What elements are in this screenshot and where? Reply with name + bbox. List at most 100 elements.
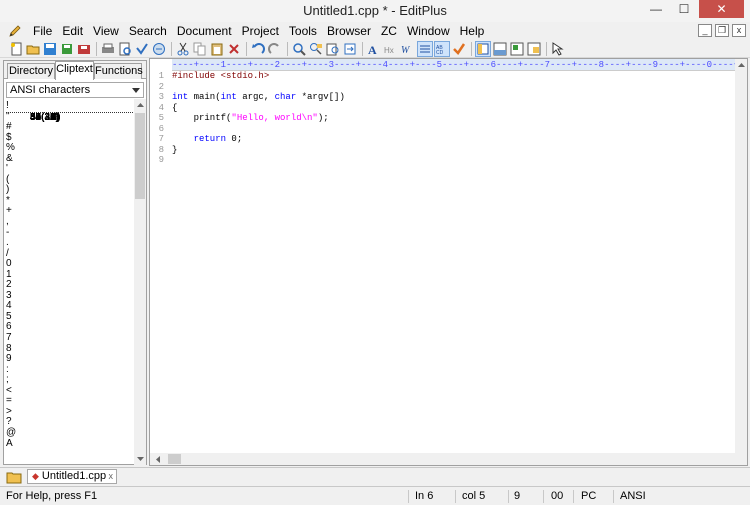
cliptext-item[interactable]: 54(36) 6 bbox=[6, 112, 134, 333]
pencil-app-icon[interactable] bbox=[6, 23, 24, 39]
code-line[interactable]: return 0; bbox=[172, 134, 732, 145]
minimize-button[interactable]: — bbox=[643, 0, 669, 18]
cliptext-item[interactable]: 59(3B); bbox=[6, 112, 134, 386]
check-icon[interactable] bbox=[451, 41, 467, 57]
menu-zc[interactable]: ZC bbox=[376, 22, 402, 40]
folder-icon[interactable] bbox=[6, 470, 22, 484]
menu-window[interactable]: Window bbox=[402, 22, 455, 40]
menu-help[interactable]: Help bbox=[455, 22, 490, 40]
view-output-icon[interactable] bbox=[492, 41, 508, 57]
cliptext-item[interactable]: 36(24) $ bbox=[6, 112, 134, 144]
ruler-icon[interactable]: AB CD bbox=[434, 40, 450, 57]
cliptext-item[interactable]: 56(38) 8 bbox=[6, 112, 134, 355]
code-line[interactable] bbox=[172, 82, 732, 93]
scroll-up-icon[interactable] bbox=[735, 59, 747, 71]
cliptext-item[interactable]: 63(3F)? bbox=[6, 112, 134, 428]
cliptext-item[interactable]: 33(21)! bbox=[6, 101, 134, 123]
document-tab[interactable]: ◆ Untitled1.cpp x bbox=[27, 469, 117, 484]
menu-search[interactable]: Search bbox=[124, 22, 172, 40]
cliptext-item[interactable]: 37(25)% bbox=[6, 112, 134, 154]
cliptext-item[interactable]: 62(3E) > bbox=[6, 112, 134, 418]
word-wrap-icon[interactable]: W bbox=[400, 41, 416, 57]
code-line[interactable]: #include <stdio.h> bbox=[172, 71, 732, 82]
cliptext-item[interactable]: 49(31) 1 bbox=[6, 112, 134, 281]
cliptext-item[interactable]: 42(2A) * bbox=[6, 112, 134, 207]
cliptext-item[interactable]: 58(3A): bbox=[6, 112, 134, 376]
delete-icon[interactable] bbox=[226, 41, 242, 57]
cliptext-item[interactable]: 44(2C), bbox=[6, 112, 134, 228]
tab-functions[interactable]: Functions bbox=[94, 63, 143, 79]
menu-tools[interactable]: Tools bbox=[284, 22, 322, 40]
replace-icon[interactable] bbox=[308, 41, 324, 57]
scroll-left-icon[interactable] bbox=[152, 453, 164, 465]
save-as-icon[interactable] bbox=[76, 41, 92, 57]
menu-edit[interactable]: Edit bbox=[57, 22, 88, 40]
cliptext-item[interactable]: 40(28)( bbox=[6, 112, 134, 186]
menu-project[interactable]: Project bbox=[237, 22, 284, 40]
close-button[interactable]: ✕ bbox=[699, 0, 744, 18]
view-window-icon[interactable] bbox=[526, 41, 542, 57]
code-line[interactable]: int main(int argc, char *argv[]) bbox=[172, 92, 732, 103]
cliptext-item[interactable]: 64(40) @ bbox=[6, 112, 134, 439]
code-line[interactable] bbox=[172, 155, 732, 166]
mdi-restore-button[interactable]: ❐ bbox=[715, 24, 729, 37]
cut-icon[interactable] bbox=[175, 41, 191, 57]
code-text[interactable]: #include <stdio.h> int main(int argc, cha… bbox=[172, 71, 732, 166]
sidebar-scrollbar[interactable] bbox=[134, 99, 146, 465]
menu-file[interactable]: File bbox=[28, 22, 57, 40]
menu-view[interactable]: View bbox=[88, 22, 124, 40]
horizontal-scrollbar-thumb[interactable] bbox=[168, 454, 181, 464]
menu-document[interactable]: Document bbox=[172, 22, 237, 40]
menu-browser[interactable]: Browser bbox=[322, 22, 376, 40]
cliptext-item[interactable]: 50(32) 2 bbox=[6, 112, 134, 291]
tab-cliptext[interactable]: Cliptext bbox=[55, 61, 94, 80]
close-tab-icon[interactable]: x bbox=[109, 470, 114, 483]
redo-icon[interactable] bbox=[267, 41, 283, 57]
font-icon[interactable]: A bbox=[366, 41, 382, 57]
cliptext-item[interactable]: 39(27) ' bbox=[6, 112, 134, 175]
hex-icon[interactable]: Hx bbox=[383, 41, 399, 57]
editor-horizontal-scrollbar[interactable] bbox=[150, 453, 747, 465]
scrollbar-thumb[interactable] bbox=[135, 113, 145, 199]
cliptext-item[interactable]: 65(41) A bbox=[6, 112, 134, 450]
save-icon[interactable] bbox=[42, 41, 58, 57]
undo-icon[interactable] bbox=[250, 41, 266, 57]
editor-area[interactable]: ----+----1----+----2----+----3----+----4… bbox=[149, 58, 748, 466]
scroll-down-icon[interactable] bbox=[134, 453, 146, 465]
cliptext-item[interactable]: 35(23) # bbox=[6, 112, 134, 133]
copy-icon[interactable] bbox=[192, 41, 208, 57]
code-line[interactable]: printf("Hello, world\n"); bbox=[172, 113, 732, 124]
cliptext-item[interactable]: 46(2E). bbox=[6, 112, 134, 249]
scroll-up-icon[interactable] bbox=[134, 99, 146, 111]
tab-directory[interactable]: Directory bbox=[7, 63, 55, 79]
cliptext-item[interactable]: 53(35) 5 bbox=[6, 112, 134, 323]
spellcheck-icon[interactable] bbox=[134, 41, 150, 57]
cliptext-item[interactable]: 45(2D) - bbox=[6, 112, 134, 239]
editor-vertical-scrollbar[interactable] bbox=[735, 59, 747, 453]
cliptext-item[interactable]: 55(37) 7 bbox=[6, 112, 134, 344]
view-split-icon[interactable] bbox=[509, 41, 525, 57]
find-in-files-icon[interactable] bbox=[325, 41, 341, 57]
cliptext-item[interactable]: 41(29)) bbox=[6, 112, 134, 196]
maximize-button[interactable]: ☐ bbox=[671, 0, 697, 18]
code-line[interactable]: } bbox=[172, 145, 732, 156]
cliptext-item[interactable]: 38(26) & bbox=[6, 112, 134, 165]
cliptext-item[interactable]: 47(2F) / bbox=[6, 112, 134, 260]
new-file-icon[interactable] bbox=[8, 41, 24, 57]
mdi-close-button[interactable]: x bbox=[732, 24, 746, 37]
print-preview-icon[interactable] bbox=[117, 41, 133, 57]
cliptext-item[interactable]: 57(39) 9 bbox=[6, 112, 134, 365]
code-line[interactable] bbox=[172, 124, 732, 135]
print-icon[interactable] bbox=[100, 41, 116, 57]
save-all-icon[interactable] bbox=[59, 41, 75, 57]
line-number-icon[interactable] bbox=[417, 40, 433, 57]
cliptext-item[interactable]: 52(34) 4 bbox=[6, 112, 134, 312]
paste-icon[interactable] bbox=[209, 41, 225, 57]
help-pointer-icon[interactable] bbox=[550, 41, 566, 57]
cliptext-item[interactable]: 43(2B) + bbox=[6, 112, 134, 217]
find-icon[interactable] bbox=[291, 41, 307, 57]
browser-icon[interactable] bbox=[151, 41, 167, 57]
goto-icon[interactable] bbox=[342, 41, 358, 57]
view-directory-icon[interactable] bbox=[475, 40, 491, 57]
cliptext-item[interactable]: 51(33) 3 bbox=[6, 112, 134, 302]
